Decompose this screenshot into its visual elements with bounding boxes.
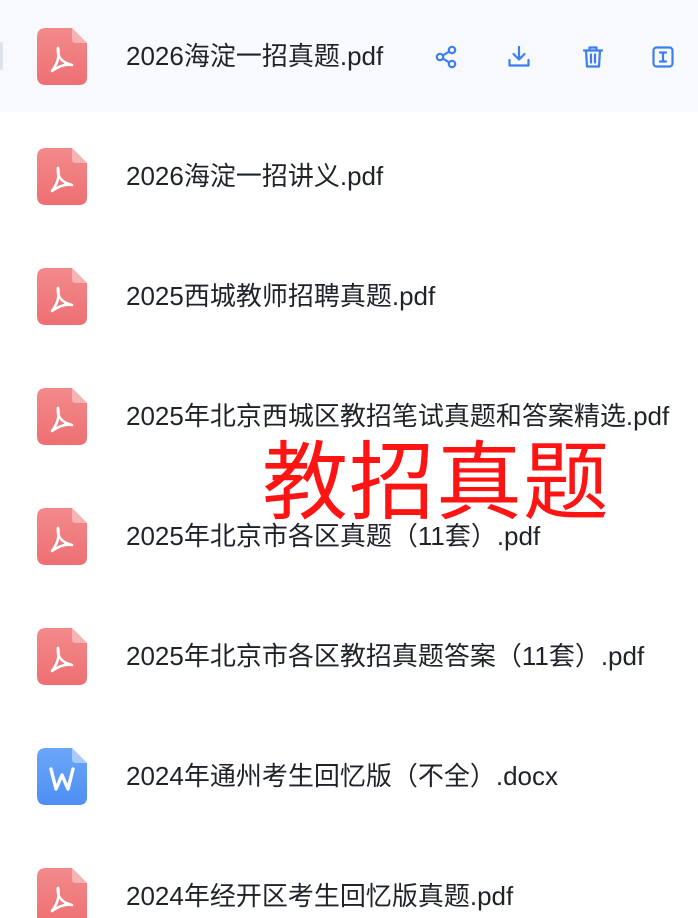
share-icon [433,44,459,70]
rename-button[interactable] [646,40,680,74]
pdf-icon [37,148,87,205]
trash-icon [580,44,606,70]
file-row[interactable]: 2026海淀一招讲义.pdf [0,120,698,232]
delete-button[interactable] [576,40,610,74]
row-selection-edge [0,42,3,70]
file-name[interactable]: 2026海淀一招真题.pdf [126,35,383,77]
row-actions [428,34,690,78]
pdf-icon [37,628,87,685]
file-row[interactable]: 2024年经开区考生回忆版真题.pdf [0,840,698,918]
file-name[interactable]: 2024年通州考生回忆版（不全）.docx [126,755,558,797]
pdf-icon [37,268,87,325]
pdf-icon [37,388,87,445]
file-name[interactable]: 2025年北京市各区教招真题答案（11套）.pdf [126,635,644,677]
rename-icon [650,44,676,70]
share-button[interactable] [429,40,463,74]
file-list-screen: 2026海淀一招真题.pdf 2026海淀一招讲义.pdf 2025西城教师招聘… [0,0,698,918]
watermark-overlay: 教招真题 [262,435,610,531]
word-icon [37,748,87,805]
file-row[interactable]: 2025西城教师招聘真题.pdf [0,240,698,352]
file-row[interactable]: 2026海淀一招真题.pdf [0,0,698,112]
pdf-icon [37,868,87,918]
pdf-icon [37,28,87,85]
file-row[interactable]: 2024年通州考生回忆版（不全）.docx [0,720,698,832]
download-icon [506,44,532,70]
file-name[interactable]: 2026海淀一招讲义.pdf [126,155,383,197]
file-name[interactable]: 2025西城教师招聘真题.pdf [126,275,435,317]
pdf-icon [37,508,87,565]
download-button[interactable] [502,40,536,74]
file-name[interactable]: 2024年经开区考生回忆版真题.pdf [126,875,513,917]
file-row[interactable]: 2025年北京市各区教招真题答案（11套）.pdf [0,600,698,712]
